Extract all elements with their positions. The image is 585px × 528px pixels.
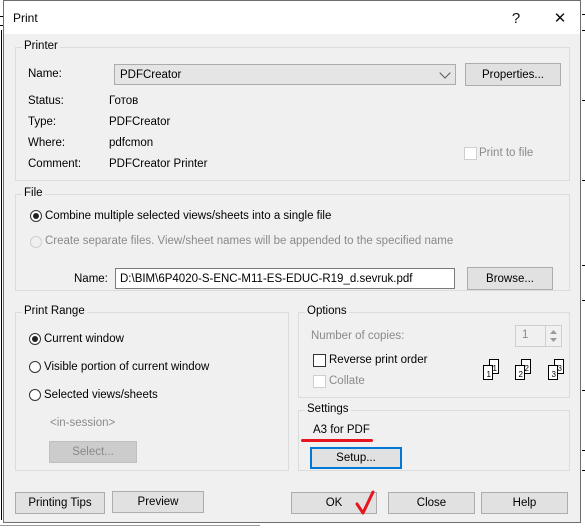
printer-name-label: Name: — [28, 68, 62, 80]
type-value: PDFCreator — [109, 116, 171, 128]
select-button-label: Select... — [72, 446, 114, 458]
browse-button-label: Browse... — [486, 272, 534, 285]
collate-checkbox[interactable] — [313, 375, 326, 388]
printing-tips-label: Printing Tips — [28, 497, 92, 509]
selected-views-radio[interactable] — [29, 389, 41, 401]
red-underline-annotation — [301, 439, 373, 442]
page-icon: 2 — [515, 365, 525, 380]
print-dialog: Print ? ✕ Printer Name: PDFCreator Prope… — [3, 0, 581, 523]
properties-button-label: Properties... — [482, 68, 544, 81]
dialog-title: Print — [13, 11, 38, 25]
separate-files-label: Create separate files. View/sheet names … — [45, 235, 454, 247]
separate-files-radio[interactable] — [30, 236, 42, 248]
combine-radio[interactable] — [30, 210, 42, 222]
status-value: Готов — [109, 95, 139, 107]
ok-label: OK — [325, 497, 343, 509]
selected-views-label: Selected views/sheets — [44, 389, 158, 401]
comment-value: PDFCreator Printer — [109, 158, 208, 170]
file-legend: File — [22, 187, 45, 199]
settings-group: Settings A3 for PDF Setup... — [298, 403, 570, 471]
reverse-order-label: Reverse print order — [329, 354, 428, 366]
file-name-value: D:\BIM\6P4020-S-ENC-M11-ES-EDUC-R19_d.se… — [120, 272, 413, 285]
copies-spinner[interactable]: 1 — [515, 325, 562, 347]
status-label: Status: — [28, 95, 64, 107]
reverse-order-checkbox[interactable] — [313, 354, 326, 367]
close-button[interactable]: Close — [388, 492, 475, 514]
page-icon: 3 — [548, 365, 558, 380]
up-down-arrow-icon — [550, 330, 557, 342]
settings-legend: Settings — [305, 403, 351, 415]
where-value: pdfcmon — [109, 137, 154, 149]
chevron-down-icon — [439, 67, 451, 79]
red-checkmark-annotation — [355, 490, 375, 515]
close-icon: ✕ — [553, 10, 567, 27]
printer-name-value: PDFCreator — [120, 68, 182, 81]
visible-portion-radio[interactable] — [29, 361, 41, 373]
help-button[interactable]: Help — [481, 492, 568, 514]
select-button[interactable]: Select... — [49, 441, 137, 463]
print-to-file-checkbox[interactable] — [464, 147, 477, 160]
comment-label: Comment: — [28, 158, 82, 170]
browse-button[interactable]: Browse... — [467, 267, 553, 290]
printer-group: Printer Name: PDFCreator Properties... S… — [15, 40, 570, 181]
spinner-arrows[interactable] — [545, 326, 561, 346]
question-icon: ? — [511, 9, 521, 27]
printing-tips-button[interactable]: Printing Tips — [15, 492, 105, 514]
current-window-radio[interactable] — [29, 333, 41, 345]
preview-button[interactable]: Preview — [112, 491, 204, 513]
print-to-file-label: Print to file — [479, 147, 534, 159]
help-label: Help — [512, 497, 537, 509]
title-bar: Print ? ✕ — [4, 1, 580, 34]
print-range-group: Print Range Current window Visible porti… — [15, 305, 289, 471]
printer-legend: Printer — [22, 40, 60, 52]
printer-name-select[interactable]: PDFCreator — [114, 64, 456, 85]
setup-button[interactable]: Setup... — [310, 447, 402, 469]
where-label: Where: — [28, 137, 66, 149]
print-range-legend: Print Range — [22, 305, 87, 317]
help-title-button[interactable]: ? — [498, 5, 534, 31]
close-title-button[interactable]: ✕ — [542, 5, 578, 31]
in-session-text: <in-session> — [50, 417, 116, 429]
options-legend: Options — [305, 305, 349, 317]
collate-label: Collate — [329, 375, 365, 387]
file-name-label: Name: — [74, 273, 108, 285]
copies-label: Number of copies: — [311, 330, 405, 342]
visible-portion-label: Visible portion of current window — [44, 361, 210, 373]
setup-button-label: Setup... — [336, 452, 376, 464]
close-label: Close — [416, 497, 447, 509]
preview-label: Preview — [137, 496, 179, 508]
current-window-label: Current window — [44, 333, 124, 345]
file-group: File Combine multiple selected views/she… — [15, 187, 570, 291]
page-icon: 1 — [483, 365, 493, 380]
type-label: Type: — [28, 116, 57, 128]
settings-value: A3 for PDF — [313, 424, 370, 436]
copies-value: 1 — [522, 329, 529, 341]
file-name-input[interactable]: D:\BIM\6P4020-S-ENC-M11-ES-EDUC-R19_d.se… — [115, 268, 455, 289]
options-group: Options Number of copies: 1 Reverse prin… — [298, 305, 570, 398]
combine-label: Combine multiple selected views/sheets i… — [45, 210, 332, 222]
properties-button[interactable]: Properties... — [465, 63, 561, 86]
